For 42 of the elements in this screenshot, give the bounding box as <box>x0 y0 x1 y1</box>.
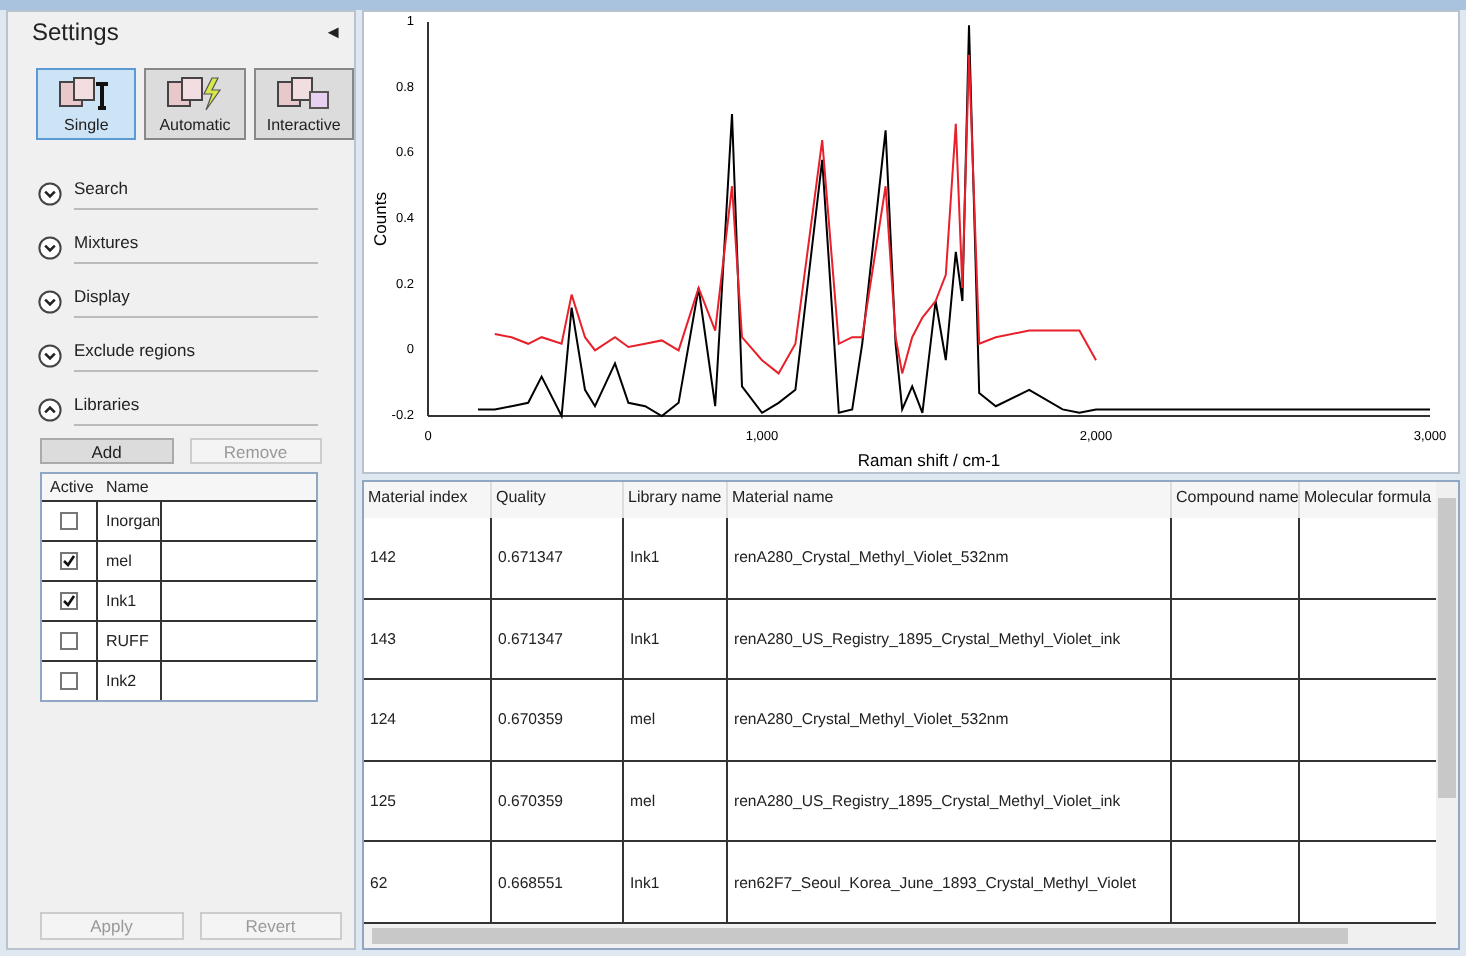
mode-button[interactable]: Interactive <box>253 68 354 140</box>
x-axis-title: Raman shift / cm-1 <box>857 450 1001 470</box>
section-header[interactable]: Mixtures <box>74 232 318 264</box>
column-header[interactable]: Material name <box>728 482 1172 518</box>
column-header[interactable]: Library name <box>624 482 728 518</box>
column-header[interactable]: Molecular formula <box>1300 482 1436 518</box>
mode-button[interactable]: Single <box>36 68 137 140</box>
section-header[interactable]: Search <box>74 178 318 210</box>
library-name: Ink2 <box>98 662 162 700</box>
checkbox[interactable] <box>60 552 78 570</box>
section-header[interactable]: Libraries <box>74 394 318 426</box>
table-cell <box>1172 518 1300 600</box>
table-cell <box>1172 599 1300 681</box>
vertical-scrollbar[interactable] <box>1436 482 1458 924</box>
library-name: Inorgan <box>98 502 162 540</box>
mode-button[interactable]: Automatic <box>144 68 246 140</box>
chevron-up-icon[interactable] <box>38 398 62 422</box>
section-header[interactable]: Exclude regions <box>74 340 318 372</box>
chevron-down-icon[interactable] <box>38 290 62 314</box>
y-axis-title: Counts <box>370 192 390 246</box>
column-header: Name <box>104 478 151 496</box>
checkbox[interactable] <box>60 672 78 690</box>
table-cell <box>1172 680 1300 762</box>
library-name: mel <box>98 542 162 580</box>
section-header[interactable]: Display <box>74 286 318 318</box>
chevron-down-icon[interactable] <box>38 182 62 206</box>
checkbox[interactable] <box>60 512 78 530</box>
column-header[interactable]: Compound name <box>1172 482 1300 518</box>
horizontal-scrollbar[interactable] <box>364 924 1436 948</box>
library-name: Ink1 <box>98 582 162 620</box>
table-cell <box>1172 761 1300 843</box>
collapse-glyph[interactable]: ◄ <box>324 22 342 42</box>
column-header[interactable]: Quality <box>492 482 624 518</box>
checkbox[interactable] <box>60 592 78 610</box>
checkbox[interactable] <box>60 632 78 650</box>
library-name: RUFF <box>98 622 162 660</box>
panel-title: Settings <box>32 18 119 46</box>
library-button[interactable]: Add <box>40 438 173 464</box>
chevron-down-icon[interactable] <box>38 236 62 260</box>
column-header[interactable]: Material index <box>364 482 492 518</box>
chevron-down-icon[interactable] <box>38 344 62 368</box>
column-header: Active <box>48 478 96 496</box>
